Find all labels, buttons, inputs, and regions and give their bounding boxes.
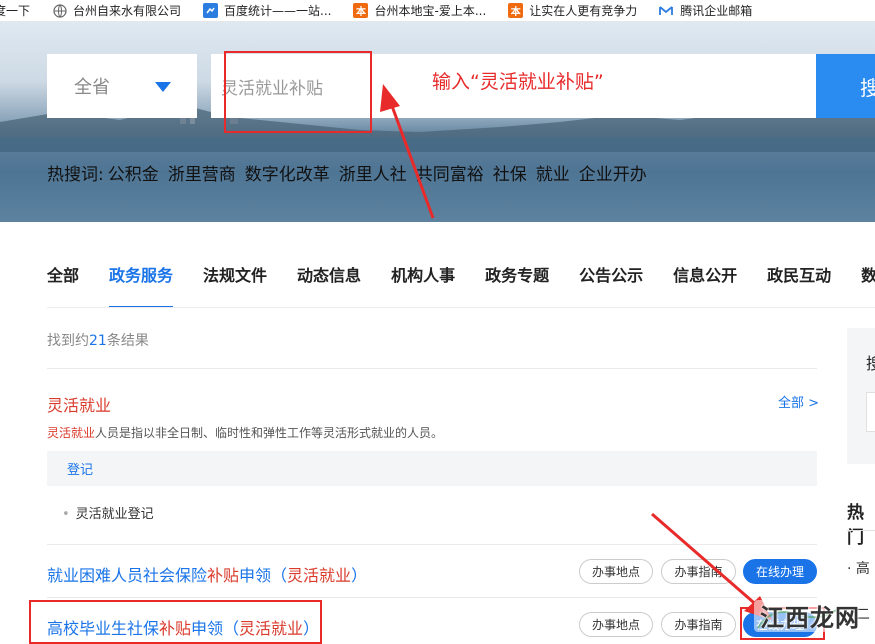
desc-highlight: 灵活就业: [47, 426, 96, 440]
annotation-box-result: [29, 600, 322, 644]
desc-text: 人员是指以非全日制、临时性和弹性工作等灵活形式就业的人员。: [95, 426, 444, 440]
watermark-text: 江西龙网: [760, 603, 860, 632]
divider: [47, 597, 817, 598]
result-count: 找到约21条结果: [47, 330, 149, 350]
tab-interaction[interactable]: 政民互动: [767, 262, 831, 308]
tab-announcements[interactable]: 公告公示: [579, 262, 643, 308]
hot-search-label: 热搜词:: [47, 165, 104, 185]
divider: [47, 368, 817, 369]
topic-sub-item[interactable]: 灵活就业登记: [62, 503, 154, 522]
baidu-tongji-icon: [203, 3, 219, 18]
hot-search-term[interactable]: 企业开办: [579, 160, 647, 185]
sidebar-hot-item-label: 高: [855, 561, 870, 577]
tab-news[interactable]: 动态信息: [297, 262, 361, 308]
bookmark-label: 腾讯企业邮箱: [680, 4, 753, 18]
bookmark-item[interactable]: 本 台州本地宝-爱上本...: [353, 2, 486, 19]
hot-search-bar: 热搜词: 公积金 浙里营商 数字化改革 浙里人社 共同富裕 社保 就业 企业开办: [47, 160, 656, 185]
bookmark-label: 百度统计——一站...: [224, 4, 332, 18]
view-all-link[interactable]: 全部 >: [778, 392, 819, 411]
bookmarks-bar: 度一下 台州自来水有限公司 百度统计——一站... 本 台州本地宝-爱上本...…: [0, 0, 875, 22]
tab-all[interactable]: 全部: [47, 262, 79, 308]
sidebar-hot-title: 热门: [847, 503, 864, 548]
guide-button[interactable]: 办事指南: [661, 559, 736, 584]
title-part: ）: [351, 566, 368, 585]
topic-category-label: 登记: [67, 463, 94, 478]
bookmark-label: 台州自来水有限公司: [73, 4, 182, 18]
hot-search-term[interactable]: 浙里人社: [339, 160, 407, 185]
bookmark-label: 台州本地宝-爱上本...: [374, 4, 487, 18]
result-title[interactable]: 就业困难人员社会保险补贴申领（灵活就业）: [47, 562, 367, 586]
hot-search-term[interactable]: 数字化改革: [245, 160, 330, 185]
category-tabs: 全部 政务服务 法规文件 动态信息 机构人事 政务专题 公告公示 信息公开 政民…: [47, 262, 875, 308]
location-button[interactable]: 办事地点: [579, 559, 653, 584]
result-count-prefix: 找到约: [47, 333, 89, 349]
bookmark-item[interactable]: 台州自来水有限公司: [52, 2, 181, 19]
title-part: 申领（: [239, 566, 288, 585]
online-apply-button[interactable]: 在线办理: [743, 559, 817, 584]
guide-button[interactable]: 办事指南: [661, 612, 736, 637]
bookmark-item[interactable]: 百度统计——一站...: [203, 2, 331, 19]
bendibao-icon: 本: [353, 3, 369, 18]
region-select[interactable]: 全省: [47, 54, 197, 118]
region-select-value: 全省: [74, 77, 110, 98]
sidebar-divider: [847, 530, 875, 531]
bookmark-label: 度一下: [0, 4, 31, 18]
tab-data[interactable]: 数: [861, 262, 875, 308]
tab-gov-services[interactable]: 政务服务: [109, 262, 174, 308]
bendibao-icon: 本: [508, 3, 524, 18]
title-highlight: 补贴: [207, 566, 240, 585]
search-button[interactable]: 搜: [816, 54, 875, 118]
tab-personnel[interactable]: 机构人事: [391, 262, 455, 308]
globe-icon: [52, 3, 67, 18]
hot-search-term[interactable]: 社保: [493, 160, 527, 185]
hero-banner: 全省 灵活就业补贴 搜 热搜词: 公积金 浙里营商 数字化改革 浙里人社 共同富…: [0, 22, 875, 222]
hot-search-term[interactable]: 就业: [536, 160, 570, 185]
title-highlight: 灵活就业: [287, 566, 352, 585]
topic-description: 灵活就业人员是指以非全日制、临时性和弹性工作等灵活形式就业的人员。: [47, 424, 443, 441]
hot-search-term[interactable]: 共同富裕: [416, 160, 484, 185]
divider: [47, 544, 817, 545]
hot-search-term[interactable]: 公积金: [108, 160, 159, 185]
bookmark-item[interactable]: 本 让实在人更有竞争力: [508, 2, 637, 19]
tab-topics[interactable]: 政务专题: [485, 262, 549, 308]
topic-title[interactable]: 灵活就业: [47, 392, 111, 416]
topic-category: 登记: [47, 451, 817, 486]
bookmark-item[interactable]: 腾讯企业邮箱: [659, 2, 752, 19]
sidebar-hot-item[interactable]: · 高: [847, 558, 870, 578]
tab-disclosure[interactable]: 信息公开: [673, 262, 737, 308]
caret-down-icon: [155, 82, 171, 92]
result-count-suffix: 条结果: [106, 333, 149, 349]
search-button-label: 搜: [860, 75, 875, 100]
annotation-box-search: [224, 51, 372, 133]
sidebar-search-input[interactable]: [866, 392, 875, 432]
hot-search-term[interactable]: 浙里营商: [168, 160, 236, 185]
bookmark-item[interactable]: 度一下: [0, 2, 30, 19]
annotation-instruction: 输入“灵活就业补贴”: [432, 71, 604, 93]
result-count-number: 21: [89, 333, 107, 349]
tab-regulations[interactable]: 法规文件: [203, 262, 267, 308]
tabs-divider: [47, 307, 875, 308]
tencent-mail-icon: [659, 3, 674, 18]
title-part: 就业困难人员社会保险: [47, 566, 208, 585]
location-button[interactable]: 办事地点: [579, 612, 653, 637]
bookmark-label: 让实在人更有竞争力: [529, 4, 638, 18]
sidebar-search-title: 搜: [866, 354, 875, 373]
